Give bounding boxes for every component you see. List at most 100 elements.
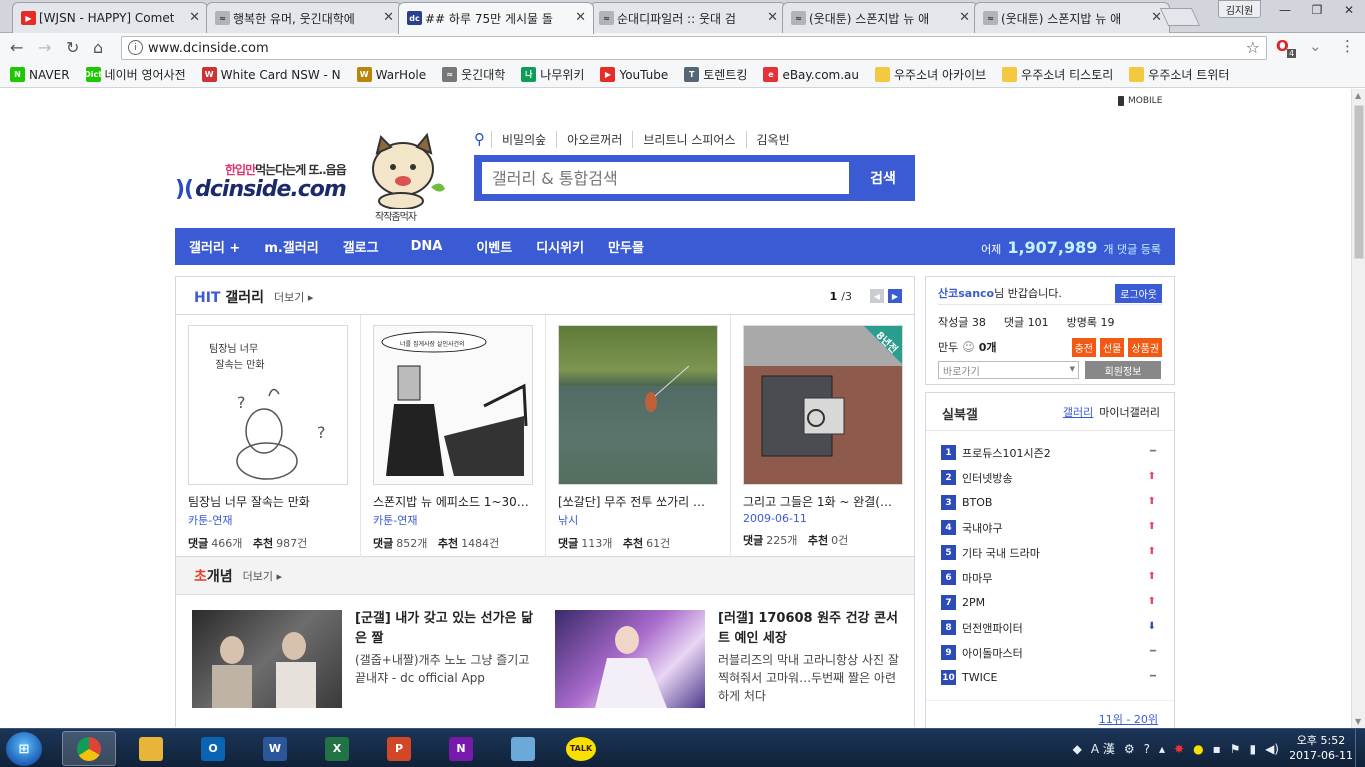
home-icon[interactable]: ⌂	[93, 38, 103, 57]
scroll-down-icon[interactable]: ▼	[1355, 717, 1361, 726]
hit-card-gallery[interactable]: 카툰-연재	[188, 512, 348, 528]
concept-post[interactable]: [군갤] 내가 갖고 있는 선가은 닮은 짤 (갤줍+내짤)개추 노노 그냥 즐…	[192, 609, 542, 709]
hit-thumbnail[interactable]: 너를 집게사장 살인사건의	[373, 325, 533, 485]
popular-keyword[interactable]: 김옥빈	[745, 130, 800, 148]
language-icon[interactable]: ◆	[1073, 742, 1082, 756]
hit-card-gallery[interactable]: 카툰-연재	[373, 512, 533, 528]
kakaotalk-tray-icon[interactable]: ●	[1193, 742, 1203, 756]
network-icon[interactable]: ▮	[1249, 742, 1256, 756]
popular-keyword[interactable]: 비밀의숲	[491, 130, 556, 148]
show-desktop-button[interactable]	[1355, 729, 1365, 767]
bookmark-item[interactable]: 나 나무위키	[521, 66, 584, 83]
stat-posts[interactable]: 작성글 38	[938, 314, 986, 330]
bookmark-item[interactable]: N NAVER	[10, 67, 70, 82]
browser-tab-active[interactable]: dc ## 하루 75만 게시물 돌 ✕	[398, 2, 594, 34]
ranking-item[interactable]: 6 마마무 ⬆	[941, 565, 1166, 590]
next-ranking-link[interactable]: 11위 - 20위	[1099, 711, 1158, 727]
back-icon[interactable]: ←	[10, 38, 23, 57]
powerpoint-taskbar-button[interactable]: P	[372, 731, 426, 766]
flag-icon[interactable]: ⚑	[1230, 742, 1241, 756]
ranking-item[interactable]: 4 국내야구 ⬆	[941, 515, 1166, 540]
bookmark-item[interactable]: ≈ 웃긴대학	[442, 66, 505, 83]
tab-minor-gallery[interactable]: 마이너갤러리	[1099, 404, 1160, 420]
nav-gallog[interactable]: 갤로그	[343, 237, 379, 256]
chrome-taskbar-button[interactable]	[62, 731, 116, 766]
bookmark-item[interactable]: ▶ YouTube	[600, 67, 668, 82]
notepad-taskbar-button[interactable]	[496, 731, 550, 766]
ime-settings-icon[interactable]: ⚙	[1124, 742, 1135, 756]
reload-icon[interactable]: ↻	[66, 38, 79, 57]
security-icon[interactable]: ✸	[1174, 742, 1184, 756]
hit-card-title[interactable]: 스폰지밥 뉴 에피소드 1~30…	[373, 493, 533, 510]
ranking-item[interactable]: 5 기타 국내 드라마 ⬆	[941, 540, 1166, 565]
hit-more-link[interactable]: 더보기 ▸	[274, 289, 313, 305]
concept-post-title[interactable]: [러갤] 170608 원주 건강 콘서트 예인 세장	[718, 609, 901, 649]
username[interactable]: 산코sanco	[938, 287, 994, 300]
hit-card-title[interactable]: 그리고 그들은 1화 ~ 완결(…	[743, 493, 903, 510]
nav-mandumall[interactable]: 만두몰	[608, 237, 644, 256]
concept-more-link[interactable]: 더보기 ▸	[243, 568, 282, 584]
close-window-icon[interactable]: ✕	[1333, 0, 1365, 20]
bookmark-item[interactable]: 우주소녀 트위터	[1129, 66, 1229, 83]
bookmark-item[interactable]: T 토렌트킹	[684, 66, 747, 83]
bookmark-item[interactable]: 우주소녀 티스토리	[1002, 66, 1113, 83]
close-icon[interactable]: ✕	[189, 10, 200, 25]
hit-card[interactable]: [쏘갈단] 무주 전투 쏘가리 … 낚시 댓글 113개 추천 61건	[546, 315, 731, 557]
concept-thumbnail[interactable]	[192, 610, 342, 708]
hit-card[interactable]: 8년전 그리고 그들은 1화 ~ 완결(… 2009-06-11 댓글 225개 …	[731, 315, 915, 557]
clock[interactable]: 오후 5:52 2017-06-11	[1289, 733, 1353, 763]
hit-card-title[interactable]: 팀장님 너무 잘속는 만화	[188, 493, 348, 510]
close-icon[interactable]: ✕	[767, 10, 778, 25]
kakaotalk-taskbar-button[interactable]: TALK	[554, 731, 608, 766]
forward-icon[interactable]: →	[38, 38, 51, 57]
scroll-thumb[interactable]	[1354, 105, 1364, 259]
browser-tab[interactable]: ≈ (웃대툰) 스폰지밥 뉴 애 ✕	[782, 2, 978, 33]
restore-icon[interactable]: ❐	[1301, 0, 1333, 20]
ranking-item[interactable]: 3 BTOB ⬆	[941, 490, 1166, 515]
nav-mgallery[interactable]: m.갤러리	[264, 237, 318, 256]
ranking-item[interactable]: 9 아이돌마스터 ━	[941, 640, 1166, 665]
bookmark-star-icon[interactable]: ☆	[1246, 38, 1260, 57]
page-scrollbar[interactable]: ▲ ▼	[1351, 89, 1365, 728]
mobile-link[interactable]: MOBILE	[1118, 96, 1162, 106]
logout-button[interactable]: 로그아웃	[1115, 284, 1162, 303]
shortcut-select[interactable]: 바로가기 ▼	[938, 361, 1079, 379]
nav-event[interactable]: 이벤트	[476, 237, 512, 256]
nav-dna[interactable]: DNA	[411, 239, 443, 254]
bookmark-item[interactable]: 우주소녀 아카이브	[875, 66, 986, 83]
search-input[interactable]	[482, 162, 849, 194]
excel-taskbar-button[interactable]: X	[310, 731, 364, 766]
concept-post-title[interactable]: [군갤] 내가 갖고 있는 선가은 닮은 짤	[355, 609, 538, 649]
nav-dcwiki[interactable]: 디시위키	[536, 237, 584, 256]
stat-guestbook[interactable]: 방명록 19	[1067, 314, 1115, 330]
stat-comments[interactable]: 댓글 101	[1004, 314, 1049, 330]
close-icon[interactable]: ✕	[1151, 10, 1162, 25]
concept-thumbnail[interactable]	[555, 610, 705, 708]
bookmark-item[interactable]: W White Card NSW - N	[201, 67, 341, 82]
word-taskbar-button[interactable]: W	[248, 731, 302, 766]
close-icon[interactable]: ✕	[959, 10, 970, 25]
hit-card-title[interactable]: [쏘갈단] 무주 전투 쏘가리 …	[558, 493, 718, 510]
nav-gallery[interactable]: 갤러리 +	[189, 237, 240, 256]
hit-card[interactable]: 너를 집게사장 살인사건의 스폰지밥 뉴 에피소드 1~30… 카툰-연재 댓글…	[361, 315, 546, 557]
ranking-item[interactable]: 1 프로듀스101시즌2 ━	[941, 440, 1166, 465]
ranking-item[interactable]: 10 TWICE ━	[941, 665, 1166, 690]
bookmark-item[interactable]: e eBay.com.au	[763, 67, 859, 82]
close-icon[interactable]: ✕	[383, 10, 394, 25]
pocket-icon[interactable]: ⌄	[1309, 37, 1322, 55]
browser-tab[interactable]: ≈ (웃대툰) 스폰지밥 뉴 애 ✕	[974, 2, 1170, 33]
browser-tab[interactable]: ▶ [WJSN - HAPPY] Comet ✕	[12, 2, 208, 33]
tray-expand-icon[interactable]: ▴	[1159, 742, 1165, 756]
address-bar[interactable]: i www.dcinside.com ☆	[121, 36, 1267, 60]
profile-button[interactable]: 김지원	[1218, 0, 1261, 18]
browser-tab[interactable]: ≈ 행복한 유머, 웃긴대학에 ✕	[206, 2, 402, 33]
ranking-item[interactable]: 2 인터넷방송 ⬆	[941, 465, 1166, 490]
bookmark-item[interactable]: Dict 네이버 영어사전	[84, 66, 186, 83]
member-info-button[interactable]: 회원정보	[1085, 361, 1161, 379]
gift-button[interactable]: 선물	[1099, 338, 1125, 357]
concept-post[interactable]: [러갤] 170608 원주 건강 콘서트 예인 세장 러블리즈의 막내 고라니…	[555, 609, 905, 709]
tab-gallery[interactable]: 갤러리	[1063, 404, 1093, 420]
browser-tab[interactable]: ≈ 순대디파일러 :: 웃대 검 ✕	[590, 2, 786, 33]
dcinside-logo[interactable]: )(dcinside.com	[175, 177, 347, 202]
ime-indicator[interactable]: A 漢	[1091, 740, 1115, 757]
